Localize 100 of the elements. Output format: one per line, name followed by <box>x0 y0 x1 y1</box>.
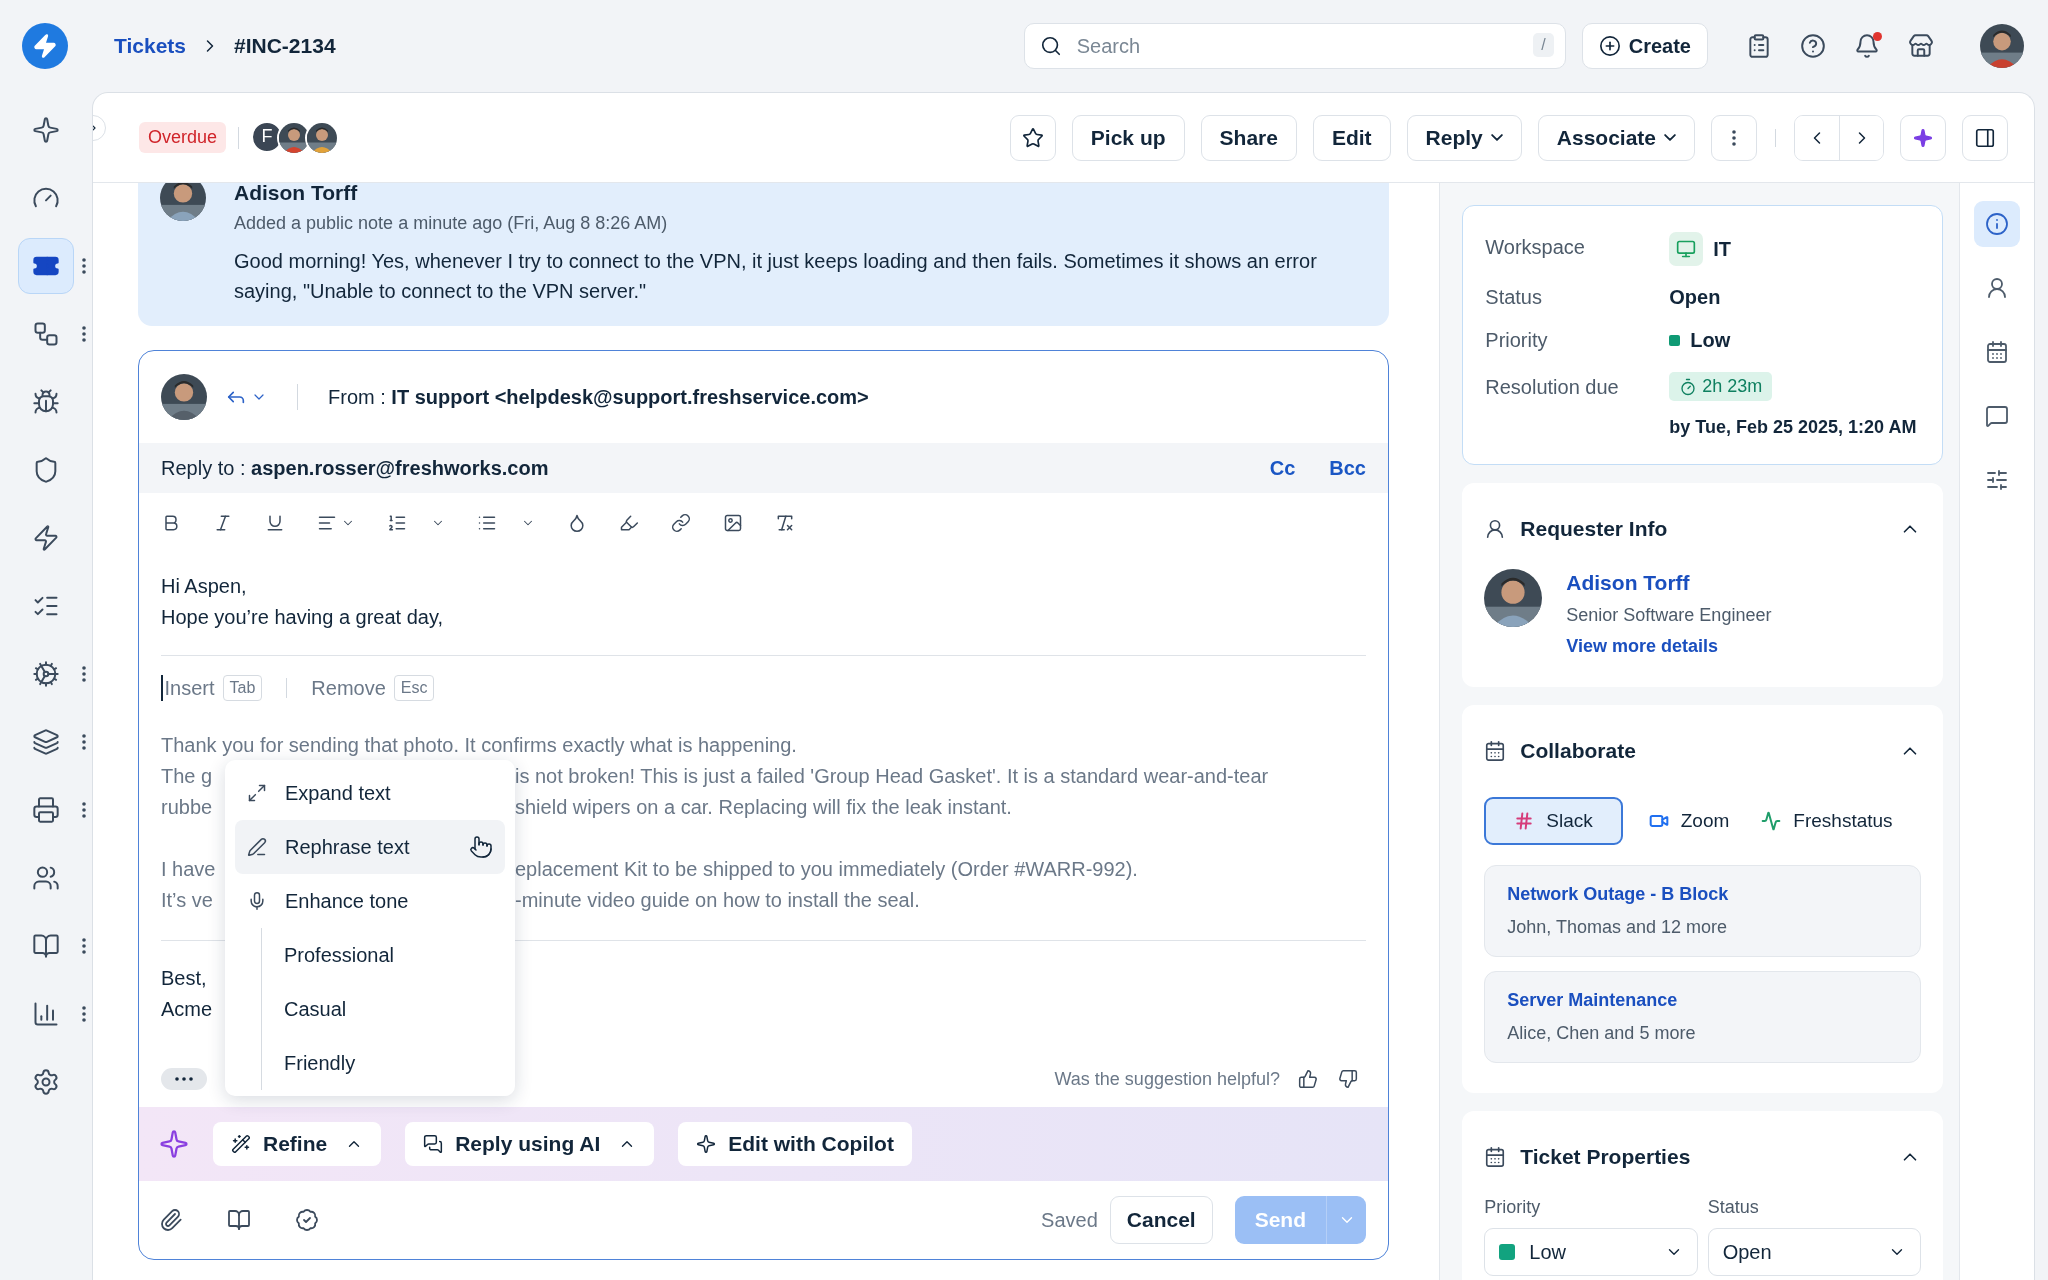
bullet-list-button[interactable] <box>477 513 535 533</box>
suggestion-action[interactable]: Remove <box>311 676 386 700</box>
app-tab[interactable]: Zoom <box>1642 797 1736 845</box>
create-button[interactable]: Create <box>1581 23 1708 69</box>
channel-members: Alice, Chen and 5 more <box>1507 1023 1697 1044</box>
link-button[interactable] <box>671 513 691 533</box>
section-title: Requester Info <box>1520 517 1668 541</box>
requester-name[interactable]: Adison Torff <box>1566 571 1772 595</box>
more-icon[interactable] <box>1732 129 1736 146</box>
select-field[interactable]: Low <box>1484 1228 1698 1276</box>
more-icon[interactable] <box>82 666 86 682</box>
field-label: Status <box>1485 286 1543 309</box>
more-icon[interactable] <box>82 326 86 342</box>
more-icon[interactable] <box>82 258 86 274</box>
field-label: Resolution due <box>1485 375 1620 400</box>
bug-icon <box>32 388 60 416</box>
suggestion-line: is not broken! This is just a failed 'Group Head Gasket'. It is a standard wear-and-tear <box>515 764 1270 789</box>
ai-action-button[interactable]: Refine <box>213 1122 382 1166</box>
star-icon <box>1021 126 1044 149</box>
details-link[interactable]: View more details <box>1566 636 1772 657</box>
side-panel-button[interactable] <box>1974 201 2020 247</box>
channel-card[interactable]: Server Maintenance Alice, Chen and 5 more <box>1484 971 1922 1063</box>
cancel-button[interactable]: Cancel <box>1109 1196 1213 1244</box>
notifications-button[interactable] <box>1854 33 1880 59</box>
book-button[interactable] <box>227 1208 251 1232</box>
menu-item[interactable]: Friendly <box>284 1036 505 1090</box>
field-label: Workspace <box>1485 235 1586 260</box>
note-text: Good morning! Yes, whenever I try to connect to the VPN, it just keeps loading and then fails. Sometimes it shows an error saying, "Unable to connect to the VPN server." <box>234 249 1318 304</box>
channel-title[interactable]: Server Maintenance <box>1507 990 1899 1011</box>
italic-button[interactable] <box>213 513 233 533</box>
text-color-button[interactable] <box>567 513 587 533</box>
clipboard-button[interactable] <box>1746 33 1772 59</box>
panel-toggle-button[interactable] <box>1962 114 2008 161</box>
help-button[interactable] <box>1800 33 1826 59</box>
user-icon <box>1985 276 2009 300</box>
field-value: Open <box>1669 286 1722 309</box>
thumbs-up-button[interactable] <box>1298 1069 1318 1089</box>
numbered-list-icon <box>387 513 407 533</box>
star-button[interactable] <box>1009 114 1056 161</box>
suggestion-line: eplacement Kit to be shipped to you immediately (Order #WARR-992). <box>515 857 1139 882</box>
reply-to-address: Reply to : aspen.rosser@freshworks.com <box>161 456 549 480</box>
cc-link[interactable]: Cc <box>1269 456 1296 480</box>
attach-button[interactable] <box>159 1208 183 1232</box>
app-tab[interactable]: Slack <box>1484 797 1623 845</box>
bcc-link[interactable]: Bcc <box>1329 456 1366 480</box>
logo[interactable] <box>22 23 68 69</box>
thumbs-down-button[interactable] <box>1338 1069 1358 1089</box>
underline-icon <box>265 513 285 533</box>
notification-dot <box>1873 32 1882 41</box>
channel-card[interactable]: Network Outage - B Block John, Thomas and 12 more <box>1484 865 1922 957</box>
signature-line: Acme <box>161 997 214 1022</box>
signature-line: Best, <box>161 966 208 991</box>
due-date: by Tue, Feb 25 2025, 1:20 AM <box>1669 417 1918 438</box>
store-button[interactable] <box>1908 33 1934 59</box>
nav-button[interactable] <box>18 238 74 294</box>
from-address: From : IT support <helpdesk@support.freshservice.com> <box>328 385 869 409</box>
ai-action-button[interactable]: Edit with Copilot <box>678 1122 912 1166</box>
droplet-icon <box>567 513 587 533</box>
link-icon <box>671 513 691 533</box>
menu-item[interactable]: Professional <box>284 928 505 982</box>
badge-button[interactable] <box>295 1208 319 1232</box>
action-button[interactable]: Share <box>1200 114 1297 161</box>
more-icon[interactable] <box>82 802 86 818</box>
menu-item[interactable]: Rephrase text <box>235 820 505 874</box>
ai-button[interactable] <box>1900 114 1946 161</box>
ai-action-button[interactable]: Reply using AI <box>405 1122 655 1166</box>
channel-title[interactable]: Network Outage - B Block <box>1507 884 1899 905</box>
sparkle-icon <box>159 1129 189 1159</box>
select-field[interactable]: Open <box>1707 1228 1922 1276</box>
action-button[interactable]: Edit <box>1312 114 1391 161</box>
shortcut-key: Tab <box>222 675 263 701</box>
dropdown-button[interactable]: Reply <box>1406 114 1522 161</box>
action-button[interactable]: Pick up <box>1071 114 1185 161</box>
more-icon[interactable] <box>82 1006 86 1022</box>
cog-icon <box>32 660 60 688</box>
more-button[interactable] <box>161 1068 207 1090</box>
layers-icon <box>32 728 60 756</box>
highlight-button[interactable] <box>619 513 639 533</box>
app-tab[interactable]: Freshstatus <box>1755 797 1899 845</box>
shortcut-key: / <box>1533 33 1554 57</box>
align-button[interactable] <box>317 513 355 533</box>
menu-item[interactable]: Enhance tone <box>235 874 505 928</box>
lightning-icon <box>32 33 58 59</box>
more-icon[interactable] <box>82 938 86 954</box>
menu-item[interactable]: Expand text <box>235 766 505 820</box>
numbered-list-button[interactable] <box>387 513 445 533</box>
book-icon <box>227 1208 251 1232</box>
suggestion-action[interactable]: Insert <box>164 676 215 700</box>
suggestion-line: rubbe <box>161 795 214 820</box>
chevron-down-icon <box>1664 134 1676 141</box>
menu-item[interactable]: Casual <box>284 982 505 1036</box>
clear-format-button[interactable] <box>775 513 795 533</box>
breadcrumb-link[interactable]: Tickets <box>114 34 186 58</box>
dropdown-button[interactable]: Associate <box>1537 114 1695 161</box>
calendar-icon <box>1484 740 1507 762</box>
image-button[interactable] <box>723 513 743 533</box>
more-icon[interactable] <box>82 734 86 750</box>
underline-button[interactable] <box>265 513 285 533</box>
thumbs-up-icon <box>1298 1069 1318 1089</box>
search-icon <box>1039 35 1062 57</box>
